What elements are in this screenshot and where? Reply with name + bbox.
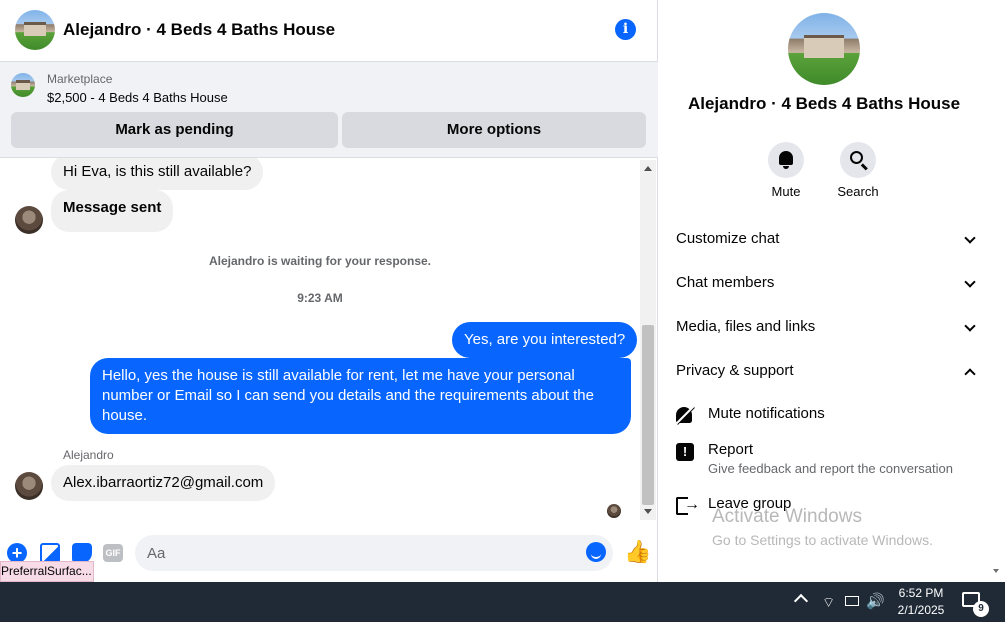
gif-icon[interactable]: GIF — [103, 544, 123, 562]
page-scroll-down-arrow[interactable] — [993, 569, 999, 573]
notification-count-badge: 9 — [973, 601, 989, 617]
chevron-down-icon — [964, 276, 976, 288]
tooltip: PreferralSurfac... — [0, 561, 94, 582]
watermark-subtitle: Go to Settings to activate Windows. — [712, 532, 933, 548]
mute-button[interactable]: Mute — [756, 142, 816, 199]
message-input[interactable] — [135, 535, 613, 571]
mute-notifications-item[interactable]: Mute notifications — [676, 405, 976, 429]
listing-thumbnail[interactable] — [11, 73, 35, 97]
privacy-support-section[interactable]: Privacy & support — [676, 356, 976, 386]
scroll-up-arrow[interactable] — [644, 166, 652, 171]
messenger-window: Alejandro · 4 Beds 4 Baths House i Marke… — [0, 0, 1005, 582]
waiting-notice: Alejandro is waiting for your response. — [208, 254, 432, 268]
plus-icon[interactable]: + — [7, 543, 27, 563]
report-label: Report — [708, 441, 754, 458]
chat-pane: Alejandro · 4 Beds 4 Baths House i Marke… — [0, 0, 658, 582]
message-composer: + GIF 👍 — [0, 530, 658, 576]
report-item[interactable]: ! Report Give feedback and report the co… — [676, 441, 976, 485]
chevron-down-icon — [964, 232, 976, 244]
system-clock[interactable]: 6:52 PM 2/1/2025 — [888, 585, 954, 619]
conversation-info-pane: Alejandro · 4 Beds 4 Baths House Mute Se… — [659, 0, 1005, 582]
info-title: Alejandro · 4 Beds 4 Baths House — [687, 94, 961, 113]
marketplace-banner: Marketplace $2,500 - 4 Beds 4 Baths Hous… — [0, 62, 658, 158]
message-timestamp: 9:23 AM — [297, 291, 343, 305]
listing-title[interactable]: $2,500 - 4 Beds 4 Baths House — [47, 90, 228, 105]
marketplace-label: Marketplace — [47, 72, 113, 86]
clock-date: 2/1/2025 — [897, 603, 945, 617]
thumbs-up-icon[interactable]: 👍 — [624, 539, 651, 565]
chat-avatar[interactable] — [15, 10, 55, 50]
report-icon: ! — [676, 443, 694, 461]
chat-title[interactable]: Alejandro · 4 Beds 4 Baths House — [63, 20, 335, 40]
chat-members-section[interactable]: Chat members — [676, 268, 976, 298]
outgoing-message[interactable]: Yes, are you interested? — [452, 322, 638, 358]
search-icon — [850, 151, 863, 164]
incoming-message[interactable]: Alex.ibarraortiz72@gmail.com — [51, 465, 276, 501]
incoming-message[interactable]: Message sent — [51, 190, 174, 232]
scroll-thumb[interactable] — [642, 325, 654, 505]
sticker-icon[interactable] — [72, 543, 92, 563]
show-hidden-icons-icon[interactable] — [793, 593, 809, 609]
chevron-up-icon — [964, 368, 976, 380]
mute-label: Mute — [771, 184, 801, 199]
scroll-down-arrow[interactable] — [644, 509, 652, 514]
clock-time: 6:52 PM — [898, 586, 944, 600]
network-icon[interactable]: ⌔ — [822, 582, 835, 622]
search-button[interactable]: Search — [828, 142, 888, 199]
photo-icon[interactable] — [40, 543, 60, 563]
seen-avatar — [607, 504, 621, 518]
volume-icon[interactable]: 🔊 — [866, 582, 885, 622]
incoming-message[interactable]: Hi Eva, is this still available? — [51, 158, 264, 190]
section-label: Media, files and links — [676, 318, 816, 335]
chat-header: Alejandro · 4 Beds 4 Baths House i — [0, 0, 658, 62]
media-files-section[interactable]: Media, files and links — [676, 312, 976, 342]
taskbar: ⌔ 🔊 6:52 PM 2/1/2025 9 — [0, 582, 1005, 622]
leave-icon — [676, 496, 700, 515]
more-options-button[interactable]: More options — [342, 112, 646, 148]
emoji-icon[interactable] — [586, 542, 606, 562]
sender-name: Alejandro — [63, 448, 114, 462]
bell-icon — [779, 151, 793, 169]
battery-icon[interactable] — [845, 596, 859, 606]
mute-notifications-label: Mute notifications — [708, 405, 825, 422]
chat-scrollbar[interactable] — [640, 160, 656, 520]
section-label: Customize chat — [676, 230, 780, 247]
report-description: Give feedback and report the conversatio… — [708, 461, 953, 476]
outgoing-message[interactable]: Hello, yes the house is still available … — [90, 358, 631, 434]
watermark-title: Activate Windows — [712, 506, 862, 527]
section-label: Privacy & support — [676, 362, 794, 379]
chevron-down-icon — [964, 320, 976, 332]
search-label: Search — [837, 184, 879, 199]
sender-avatar[interactable] — [15, 206, 43, 234]
muted-bell-icon — [676, 407, 692, 423]
customize-chat-section[interactable]: Customize chat — [676, 224, 976, 254]
message-list: Hi Eva, is this still available? Message… — [0, 158, 640, 520]
mark-pending-button[interactable]: Mark as pending — [11, 112, 338, 148]
activation-watermark: Activate Windows Go to Settings to activ… — [712, 506, 933, 548]
sender-avatar[interactable] — [15, 472, 43, 500]
info-icon[interactable]: i — [615, 19, 636, 40]
section-label: Chat members — [676, 274, 775, 291]
info-avatar[interactable] — [788, 13, 860, 85]
